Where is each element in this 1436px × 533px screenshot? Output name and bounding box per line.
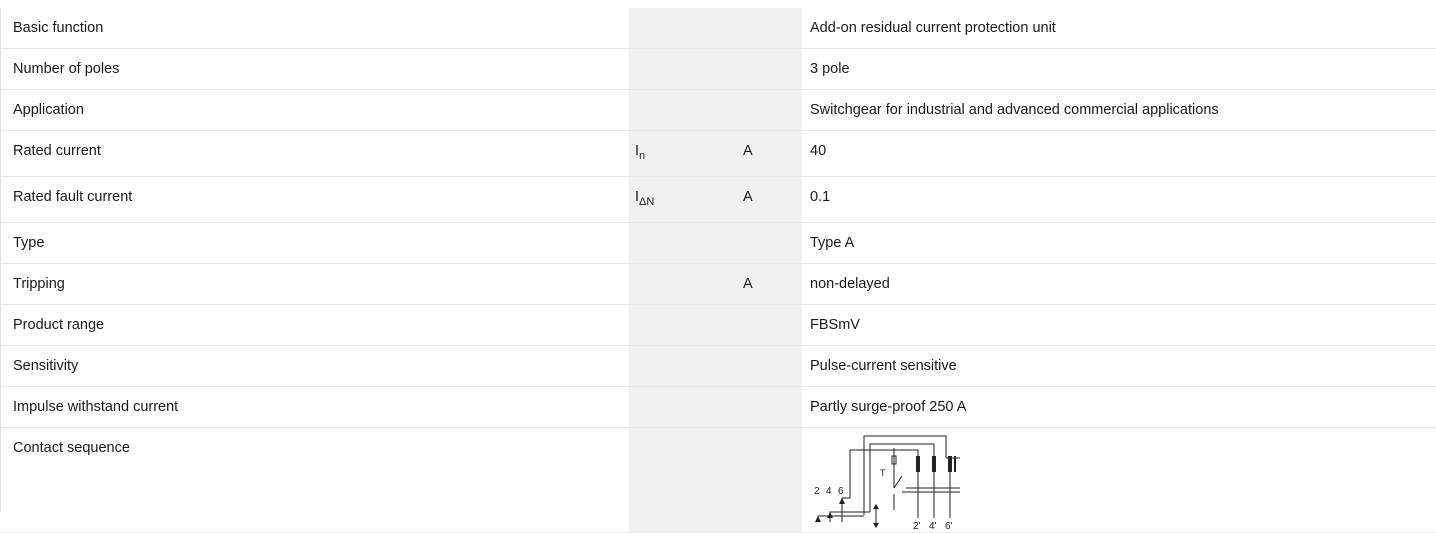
- row-symbol: [629, 345, 736, 387]
- row-value: 40: [802, 130, 1436, 177]
- table-row: Number of poles 3 pole: [0, 48, 1436, 90]
- table-row: Contact sequence 2 4 6 2' 4' 6' T: [0, 427, 1436, 533]
- row-symbol: IΔN: [629, 176, 736, 223]
- table-row: Rated current In A 40: [0, 130, 1436, 177]
- row-value: Switchgear for industrial and advanced c…: [802, 89, 1436, 131]
- terminal-4: 4: [826, 486, 832, 497]
- row-value: non-delayed: [802, 263, 1436, 305]
- row-symbol: [629, 89, 736, 131]
- table-row: Application Switchgear for industrial an…: [0, 89, 1436, 131]
- row-label: Type: [0, 222, 629, 264]
- row-unit: [736, 386, 802, 428]
- contact-sequence-diagram: 2 4 6 2' 4' 6' T H: [814, 435, 960, 530]
- row-unit: [736, 48, 802, 90]
- row-label: Application: [0, 89, 629, 131]
- row-label: Number of poles: [0, 48, 629, 90]
- table-row: Tripping A non-delayed: [0, 263, 1436, 305]
- row-symbol: [629, 8, 736, 49]
- row-unit: A: [736, 176, 802, 223]
- section-heading-strip: [0, 0, 1436, 8]
- row-symbol: [629, 222, 736, 264]
- table-row: Impulse withstand current Partly surge-p…: [0, 386, 1436, 428]
- row-label: Basic function: [0, 8, 629, 49]
- row-label: Rated current: [0, 130, 629, 177]
- terminal-6: 6: [838, 486, 844, 497]
- row-value: Type A: [802, 222, 1436, 264]
- section-heading-clipped: [0, 0, 170, 4]
- row-value: 3 pole: [802, 48, 1436, 90]
- table-row: Type Type A: [0, 222, 1436, 264]
- table-row: Product range FBSmV: [0, 304, 1436, 346]
- row-unit: [736, 304, 802, 346]
- test-button-label: T: [880, 468, 886, 478]
- terminal-2-prime: 2': [913, 521, 921, 530]
- table-row: Sensitivity Pulse-current sensitive: [0, 345, 1436, 387]
- terminal-4-prime: 4': [929, 521, 937, 530]
- row-unit: A: [736, 263, 802, 305]
- row-symbol: [629, 48, 736, 90]
- terminal-6-prime: 6': [945, 521, 953, 530]
- terminal-2: 2: [814, 486, 820, 497]
- row-unit: [736, 427, 802, 533]
- row-symbol: In: [629, 130, 736, 177]
- row-label: Product range: [0, 304, 629, 346]
- row-value: FBSmV: [802, 304, 1436, 346]
- row-unit: [736, 345, 802, 387]
- row-symbol: [629, 427, 736, 533]
- row-label: Tripping: [0, 263, 629, 305]
- row-value: 2 4 6 2' 4' 6' T H: [802, 427, 1436, 533]
- row-label: Impulse withstand current: [0, 386, 629, 428]
- row-value: Add-on residual current protection unit: [802, 8, 1436, 49]
- row-label: Contact sequence: [0, 427, 629, 533]
- row-unit: [736, 8, 802, 49]
- row-label: Rated fault current: [0, 176, 629, 223]
- symbol-subscript: n: [639, 150, 646, 162]
- row-value: 0.1: [802, 176, 1436, 223]
- table-row: Basic function Add-on residual current p…: [0, 8, 1436, 49]
- row-symbol: [629, 386, 736, 428]
- row-unit: A: [736, 130, 802, 177]
- row-unit: [736, 222, 802, 264]
- row-value: Pulse-current sensitive: [802, 345, 1436, 387]
- row-unit: [736, 89, 802, 131]
- table-row: Rated fault current IΔN A 0.1: [0, 176, 1436, 223]
- row-label: Sensitivity: [0, 345, 629, 387]
- product-spec-table: Basic function Add-on residual current p…: [0, 8, 1436, 533]
- symbol-subscript: ΔN: [639, 196, 655, 208]
- row-value: Partly surge-proof 250 A: [802, 386, 1436, 428]
- row-symbol: [629, 263, 736, 305]
- row-symbol: [629, 304, 736, 346]
